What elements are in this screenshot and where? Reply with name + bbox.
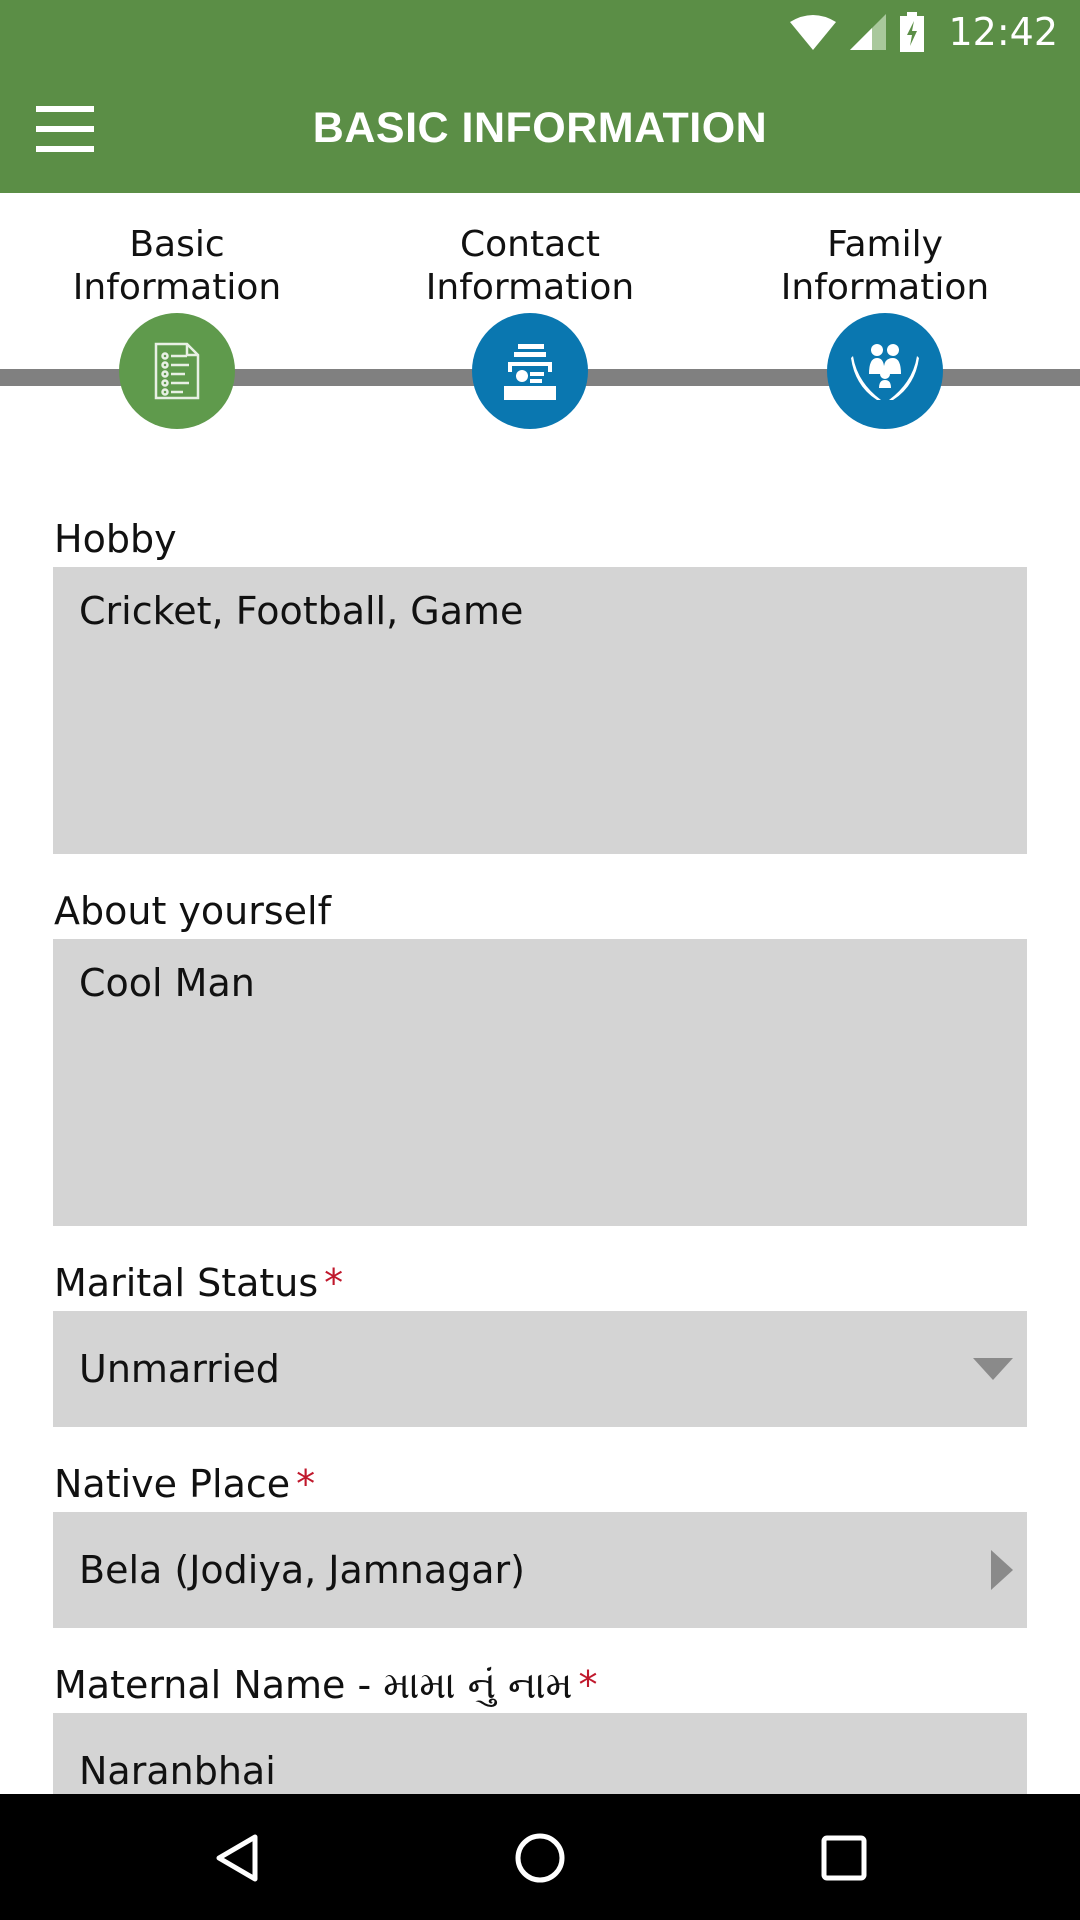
hobby-input[interactable]: Cricket, Football, Game — [53, 567, 1027, 854]
required-asterisk: * — [296, 1462, 316, 1506]
marital-status-value: Unmarried — [79, 1347, 280, 1391]
about-yourself-input[interactable]: Cool Man — [53, 939, 1027, 1226]
marital-status-label: Marital Status * — [54, 1261, 344, 1305]
cellular-signal-icon — [850, 14, 887, 50]
dropdown-arrow-icon — [973, 1358, 1013, 1380]
step-circle — [119, 313, 235, 429]
chevron-right-icon — [991, 1550, 1013, 1590]
native-place-select[interactable]: Bela (Jodiya, Jamnagar) — [53, 1512, 1027, 1628]
maternal-name-value: Naranbhai — [79, 1749, 276, 1793]
toolbar: BASIC INFORMATION — [0, 64, 1080, 193]
step-label: Contact Information — [425, 224, 635, 308]
document-list-icon — [154, 342, 200, 400]
wifi-icon — [790, 15, 837, 50]
native-place-value: Bela (Jodiya, Jamnagar) — [79, 1548, 525, 1592]
family-care-icon — [851, 344, 919, 400]
step-family-information[interactable]: Family Information — [755, 223, 1015, 429]
status-bar: 12:42 — [790, 0, 1080, 64]
required-asterisk: * — [578, 1663, 598, 1707]
marital-status-select[interactable]: Unmarried — [53, 1311, 1027, 1427]
step-contact-information[interactable]: Contact Information — [400, 223, 660, 429]
home-icon — [515, 1833, 565, 1883]
step-circle — [472, 313, 588, 429]
required-asterisk: * — [324, 1261, 344, 1305]
step-indicator: Basic Information Contact Information Fa… — [0, 193, 1080, 433]
maternal-name-label: Maternal Name - મામા નું નામ * — [54, 1663, 598, 1707]
step-label: Basic Information — [72, 224, 282, 308]
native-place-label: Native Place * — [54, 1462, 316, 1506]
status-time: 12:42 — [948, 10, 1058, 54]
about-yourself-label: About yourself — [54, 889, 331, 933]
page-title: BASIC INFORMATION — [312, 104, 768, 152]
app-bar: 12:42 BASIC INFORMATION — [0, 0, 1080, 193]
step-label: Family Information — [780, 224, 990, 308]
recents-button[interactable] — [812, 1826, 876, 1890]
battery-charging-icon — [900, 12, 925, 52]
step-basic-information[interactable]: Basic Information — [47, 223, 307, 429]
contact-card-icon — [504, 344, 556, 400]
recents-icon — [821, 1835, 867, 1881]
home-button[interactable] — [508, 1826, 572, 1890]
back-button[interactable] — [204, 1826, 268, 1890]
hobby-label: Hobby — [54, 517, 177, 561]
step-circle — [827, 313, 943, 429]
system-navigation-bar — [0, 1794, 1080, 1920]
back-icon — [216, 1834, 258, 1882]
